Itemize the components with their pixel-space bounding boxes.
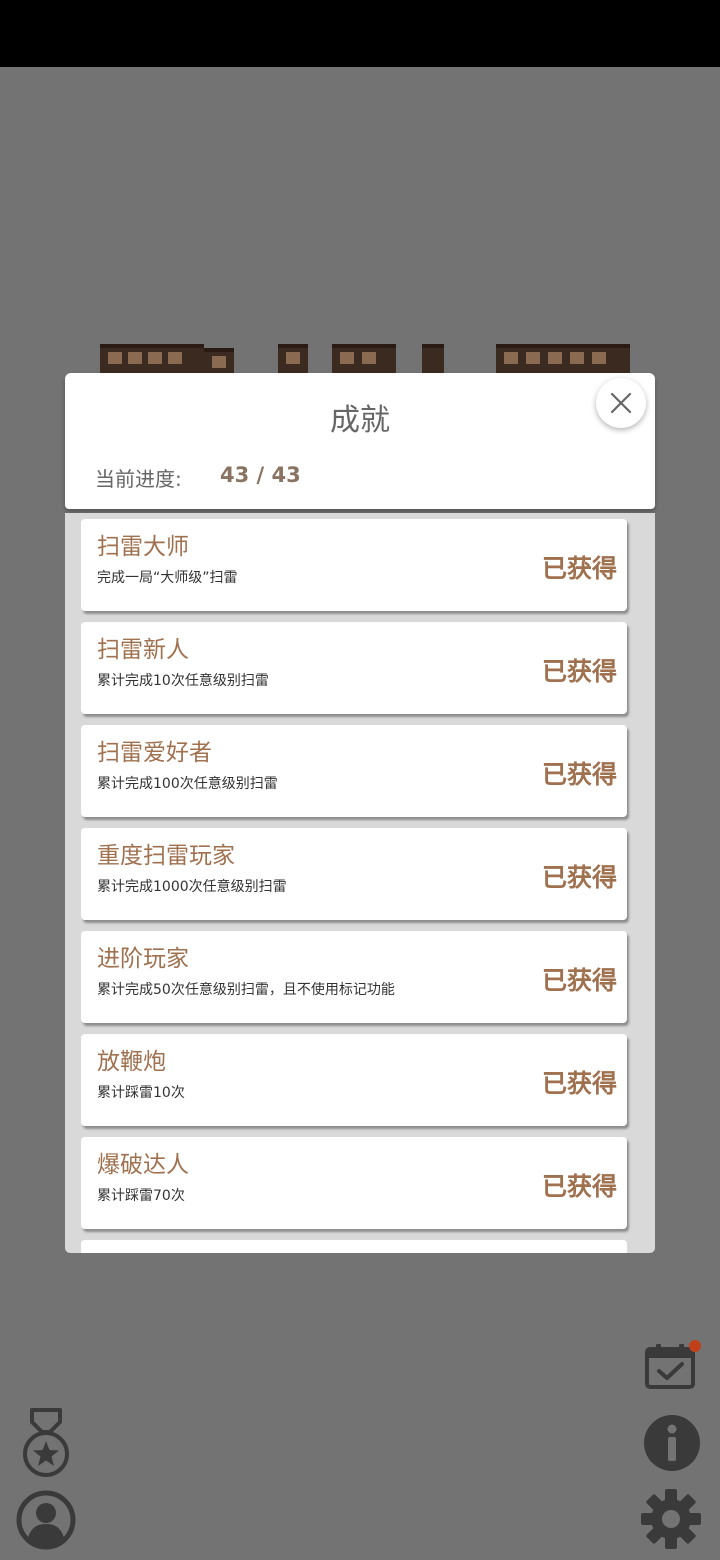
gear-icon (641, 1489, 701, 1549)
achievement-card: 爆破达人 累计踩雷70次 已获得 (81, 1137, 627, 1229)
achievement-status: 已获得 (541, 863, 617, 892)
progress-label: 当前进度: (95, 467, 182, 491)
achievement-title: 放鞭炮 (97, 1049, 166, 1075)
achievement-status: 已获得 (541, 554, 617, 583)
profile-button[interactable] (16, 1490, 76, 1550)
achievement-status: 已获得 (541, 657, 617, 686)
progress-value: 43 / 43 (220, 463, 301, 487)
achievement-status: 已获得 (541, 1172, 617, 1201)
achievement-card: 放鞭炮 累计踩雷10次 已获得 (81, 1034, 627, 1126)
achievement-status: 已获得 (541, 1069, 617, 1098)
achievement-card: 进阶玩家 累计完成50次任意级别扫雷，且不使用标记功能 已获得 (81, 931, 627, 1023)
achievement-card: 扫雷爱好者 累计完成100次任意级别扫雷 已获得 (81, 725, 627, 817)
achievement-desc: 累计完成10次任意级别扫雷 (97, 673, 269, 689)
info-icon (644, 1415, 700, 1471)
achievements-dialog-header: 成就 当前进度: 43 / 43 (65, 373, 655, 509)
achievement-desc: 累计踩雷10次 (97, 1085, 185, 1101)
achievements-button[interactable] (20, 1408, 72, 1478)
achievement-status: 已获得 (541, 966, 617, 995)
achievement-title: 扫雷爱好者 (97, 740, 212, 766)
achievement-list[interactable]: 扫雷大师 完成一局“大师级”扫雷 已获得 扫雷新人 累计完成10次任意级别扫雷 … (65, 513, 655, 1253)
achievement-desc: 累计完成50次任意级别扫雷，且不使用标记功能 (97, 982, 395, 998)
achievement-title: 重度扫雷玩家 (97, 843, 235, 869)
achievement-card: 重度扫雷玩家 累计完成1000次任意级别扫雷 已获得 (81, 828, 627, 920)
achievement-card: 扫雷大师 完成一局“大师级”扫雷 已获得 (81, 519, 627, 611)
status-bar (0, 0, 720, 67)
info-button[interactable] (643, 1414, 701, 1472)
achievement-status: 已获得 (541, 760, 617, 789)
achievement-desc: 完成一局“大师级”扫雷 (97, 570, 238, 586)
achievement-title: 进阶玩家 (97, 946, 189, 972)
medal-star-icon (23, 1408, 69, 1477)
achievement-title: 扫雷大师 (97, 534, 189, 560)
achievement-card-partial (81, 1240, 627, 1253)
calendar-check-icon (645, 1344, 695, 1389)
achievement-card: 扫雷新人 累计完成10次任意级别扫雷 已获得 (81, 622, 627, 714)
achievement-desc: 累计完成100次任意级别扫雷 (97, 776, 278, 792)
daily-checkin-button[interactable] (645, 1343, 697, 1391)
achievement-title: 爆破达人 (97, 1152, 189, 1178)
close-button[interactable] (596, 378, 646, 428)
achievement-desc: 累计完成1000次任意级别扫雷 (97, 879, 287, 895)
close-icon (610, 392, 632, 414)
achievement-desc: 累计踩雷70次 (97, 1188, 185, 1204)
achievement-title: 扫雷新人 (97, 637, 189, 663)
settings-button[interactable] (640, 1488, 702, 1550)
user-icon (16, 1490, 76, 1550)
notification-dot (689, 1340, 701, 1352)
dialog-title: 成就 (330, 403, 390, 438)
